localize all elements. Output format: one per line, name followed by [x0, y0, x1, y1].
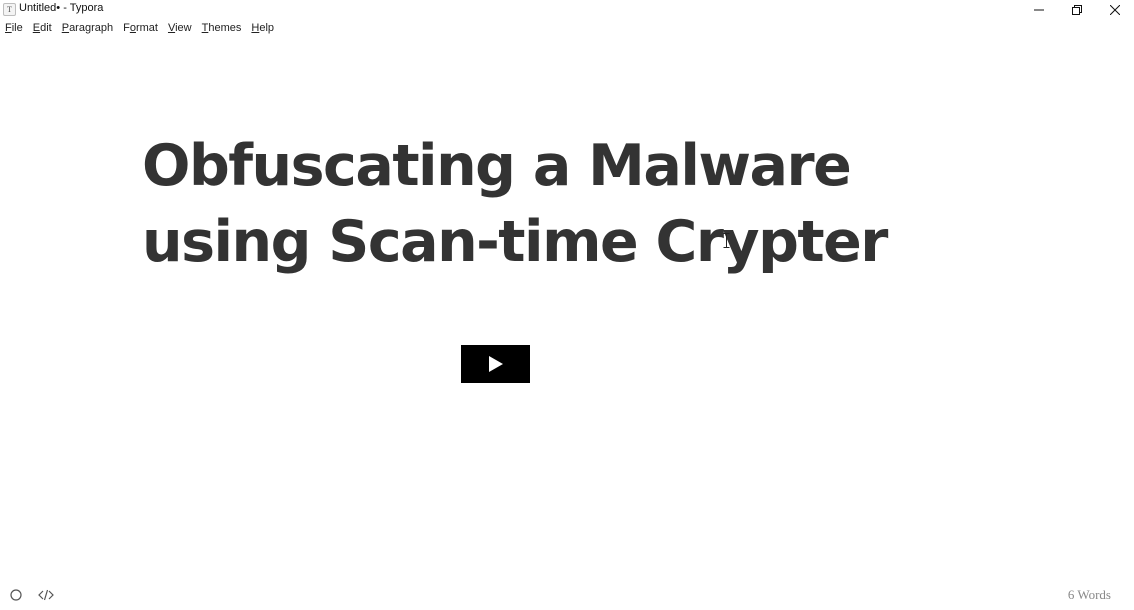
menu-format-accel-letter: o	[129, 22, 136, 34]
title-bar: T Untitled• - Typora	[0, 0, 1134, 19]
menu-help-rest: elp	[259, 22, 275, 34]
menu-paragraph-rest: aragraph	[69, 22, 114, 34]
menu-format[interactable]: Format	[118, 20, 163, 36]
typora-window: T Untitled• - Typora File Edit Paragraph…	[0, 0, 1134, 610]
menu-paragraph[interactable]: Paragraph	[57, 20, 118, 36]
text-cursor-icon	[723, 233, 730, 248]
menu-file-accel: F	[5, 22, 12, 34]
source-code-icon	[38, 589, 54, 601]
menu-view-rest: iew	[175, 22, 192, 34]
source-code-mode-button[interactable]	[38, 587, 54, 603]
menu-bar: File Edit Paragraph Format View Themes H…	[0, 20, 279, 36]
menu-paragraph-accel: P	[61, 22, 70, 34]
menu-format-accel: F	[123, 22, 130, 34]
menu-edit[interactable]: Edit	[28, 20, 57, 36]
play-icon	[488, 356, 503, 372]
menu-help[interactable]: Help	[246, 20, 279, 36]
minimize-button[interactable]	[1020, 0, 1058, 19]
menu-file[interactable]: File	[0, 20, 28, 36]
video-play-button[interactable]	[461, 345, 530, 383]
menu-file-rest: ile	[11, 22, 23, 34]
word-count[interactable]: 6 Words	[1068, 587, 1111, 603]
typora-app-icon[interactable]: T	[3, 3, 16, 16]
window-controls	[1020, 0, 1134, 19]
menu-edit-rest: dit	[40, 22, 52, 34]
restore-icon	[1072, 4, 1082, 15]
menu-format-rest: ormat	[129, 22, 158, 34]
outline-icon	[10, 589, 22, 601]
restore-button[interactable]	[1058, 0, 1096, 19]
menu-view[interactable]: View	[163, 20, 197, 36]
window-title: Untitled• - Typora	[19, 2, 104, 14]
minimize-icon	[1034, 9, 1044, 10]
close-button[interactable]	[1096, 0, 1134, 19]
menu-edit-accel: E	[32, 22, 41, 34]
close-icon	[1110, 4, 1120, 15]
document-heading[interactable]: Obfuscating a Malware using Scan-time Cr…	[142, 128, 1022, 280]
status-bar-left	[8, 587, 54, 603]
menu-themes-rest: hemes	[208, 22, 242, 34]
menu-themes[interactable]: Themes	[197, 20, 247, 36]
outline-toggle-button[interactable]	[8, 587, 24, 603]
